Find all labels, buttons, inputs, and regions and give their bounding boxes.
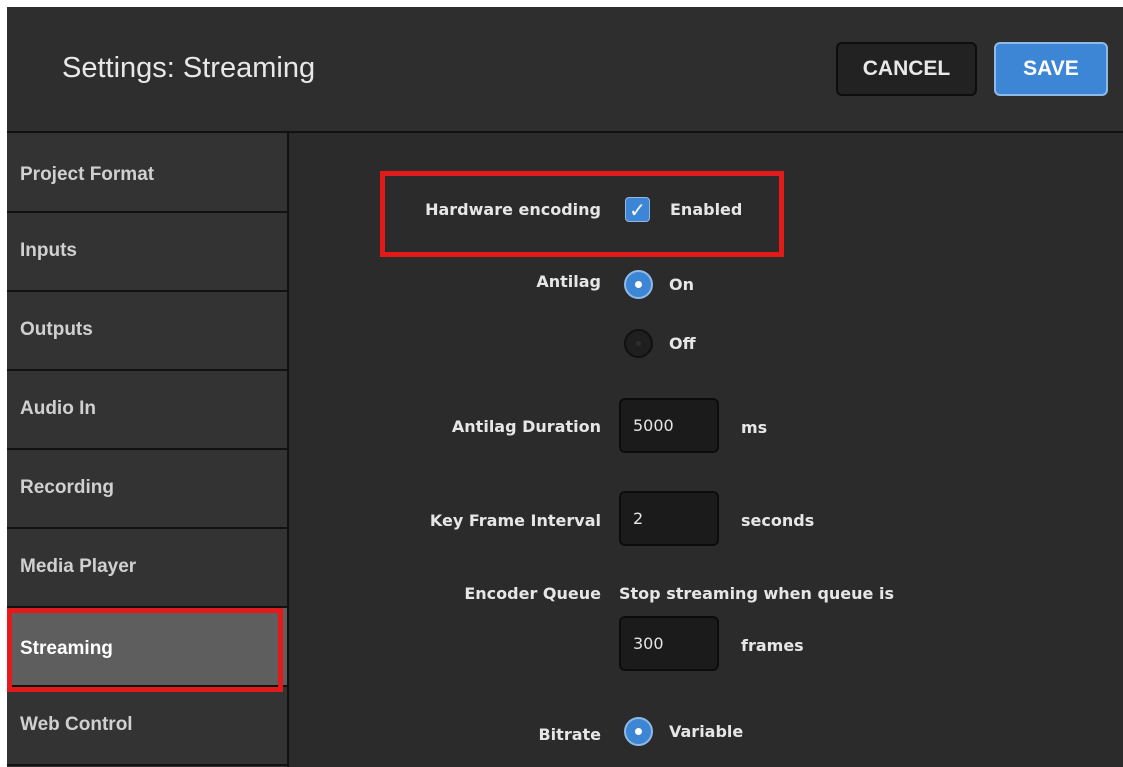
key-frame-interval-input[interactable]: 2 [619,491,719,546]
bitrate-variable-label: Variable [669,722,744,741]
encoder-queue-description: Stop streaming when queue is [619,584,894,603]
cancel-button[interactable]: CANCEL [836,42,977,96]
key-frame-interval-label: Key Frame Interval [429,511,601,530]
bitrate-variable-radio[interactable] [624,717,653,746]
sidebar-item-web-control[interactable]: Web Control [7,687,287,766]
antilag-label: Antilag [536,272,601,291]
encoder-queue-unit: frames [741,636,804,655]
antilag-off-label: Off [669,334,696,353]
sidebar-item-outputs[interactable]: Outputs [7,292,287,371]
hardware-encoding-highlight-box [380,171,784,257]
sidebar-item-audio-in[interactable]: Audio In [7,371,287,450]
antilag-duration-label: Antilag Duration [451,417,601,436]
settings-window: Settings: Streaming CANCEL SAVE Project … [7,7,1123,767]
streaming-settings-panel: Hardware encoding ✓ Enabled Antilag On O… [289,133,1123,767]
antilag-off-radio[interactable] [624,329,653,358]
antilag-duration-input[interactable]: 5000 [619,398,719,453]
sidebar-item-media-player[interactable]: Media Player [7,529,287,608]
page-title: Settings: Streaming [62,52,316,84]
antilag-on-radio[interactable] [624,270,653,299]
encoder-queue-label: Encoder Queue [464,584,601,603]
key-frame-interval-unit: seconds [741,511,815,530]
save-button[interactable]: SAVE [994,42,1108,96]
sidebar-item-project-format[interactable]: Project Format [7,133,287,213]
streaming-highlight-box [7,608,283,692]
encoder-queue-input[interactable]: 300 [619,616,719,671]
sidebar-item-inputs[interactable]: Inputs [7,213,287,292]
antilag-on-label: On [669,275,694,294]
sidebar-item-recording[interactable]: Recording [7,450,287,529]
antilag-duration-unit: ms [741,418,768,437]
bitrate-label: Bitrate [538,725,601,744]
header-bar: Settings: Streaming CANCEL SAVE [7,7,1123,133]
